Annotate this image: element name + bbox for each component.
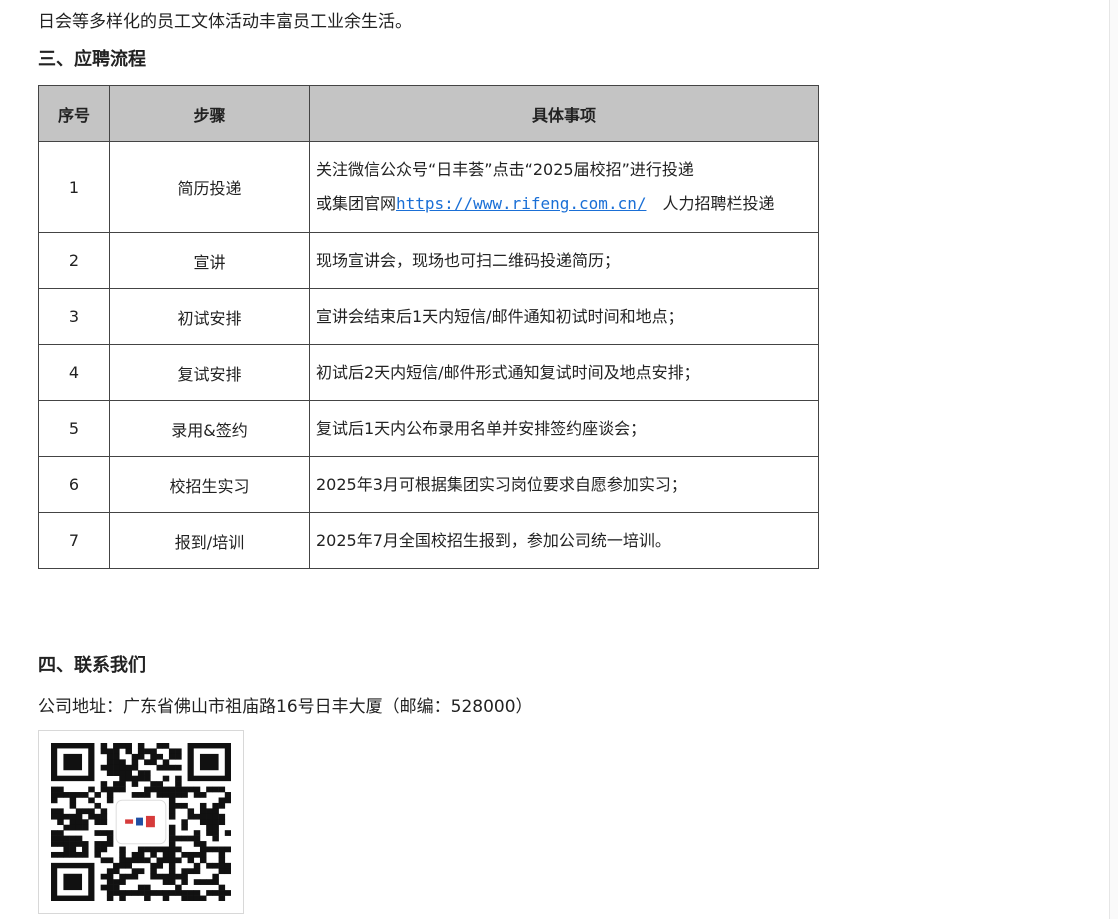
official-site-link[interactable]: https://www.rifeng.com.cn/ bbox=[396, 194, 646, 213]
row-detail: 复试后1天内公布录用名单并安排签约座谈会； bbox=[309, 400, 819, 457]
row-number: 7 bbox=[38, 512, 110, 569]
header-detail: 具体事项 bbox=[309, 85, 819, 142]
table-row: 6 校招生实习 2025年3月可根据集团实习岗位要求自愿参加实习； bbox=[38, 456, 819, 513]
row-detail-prefix: 或集团官网 bbox=[316, 194, 397, 213]
table-row: 5 录用&签约 复试后1天内公布录用名单并安排签约座谈会； bbox=[38, 400, 819, 457]
row-step: 录用&签约 bbox=[109, 400, 310, 457]
row-detail: 宣讲会结束后1天内短信/邮件通知初试时间和地点； bbox=[309, 288, 819, 345]
rifeng-logo-mark bbox=[125, 819, 134, 824]
table-row: 7 报到/培训 2025年7月全国校招生报到，参加公司统一培训。 bbox=[38, 512, 819, 569]
row-number: 2 bbox=[38, 232, 110, 289]
intro-text: 日会等多样化的员工文体活动丰富员工业余生活。 bbox=[38, 12, 412, 32]
row-step: 宣讲 bbox=[109, 232, 310, 289]
row-detail: 2025年3月可根据集团实习岗位要求自愿参加实习； bbox=[309, 456, 819, 513]
row-detail-line1: 关注微信公众号“日丰荟”点击“2025届校招”进行投递 bbox=[316, 160, 694, 179]
row-detail-suffix: 人力招聘栏投递 bbox=[662, 194, 775, 213]
row-step: 简历投递 bbox=[109, 141, 310, 233]
row-detail: 2025年7月全国校招生报到，参加公司统一培训。 bbox=[309, 512, 819, 569]
process-table: 序号 步骤 具体事项 1 简历投递 关注微信公众号“日丰荟”点击“2025届校招… bbox=[38, 85, 819, 569]
page-right-edge bbox=[1109, 0, 1118, 919]
qr-code-frame bbox=[38, 730, 244, 914]
section-heading-contact: 四、联系我们 bbox=[38, 655, 146, 676]
section-heading-process: 三、应聘流程 bbox=[38, 49, 146, 70]
row-number: 1 bbox=[38, 141, 110, 233]
row-detail-line2: 或集团官网https://www.rifeng.com.cn/人力招聘栏投递 bbox=[316, 187, 818, 221]
table-header-row: 序号 步骤 具体事项 bbox=[38, 85, 819, 142]
row-number: 3 bbox=[38, 288, 110, 345]
row-step: 校招生实习 bbox=[109, 456, 310, 513]
company-address: 公司地址：广东省佛山市祖庙路16号日丰大厦（邮编：528000） bbox=[38, 697, 533, 717]
row-detail: 现场宣讲会，现场也可扫二维码投递简历； bbox=[309, 232, 819, 289]
table-row: 4 复试安排 初试后2天内短信/邮件形式通知复试时间及地点安排； bbox=[38, 344, 819, 401]
row-step: 报到/培训 bbox=[109, 512, 310, 569]
table-row: 2 宣讲 现场宣讲会，现场也可扫二维码投递简历； bbox=[38, 232, 819, 289]
table-row: 3 初试安排 宣讲会结束后1天内短信/邮件通知初试时间和地点； bbox=[38, 288, 819, 345]
header-step: 步骤 bbox=[109, 85, 310, 142]
row-number: 4 bbox=[38, 344, 110, 401]
rifeng-logo-mark bbox=[145, 815, 155, 828]
row-number: 6 bbox=[38, 456, 110, 513]
row-step: 复试安排 bbox=[109, 344, 310, 401]
qr-code-icon bbox=[51, 743, 231, 901]
row-detail: 初试后2天内短信/邮件形式通知复试时间及地点安排； bbox=[309, 344, 819, 401]
table-row: 1 简历投递 关注微信公众号“日丰荟”点击“2025届校招”进行投递 或集团官网… bbox=[38, 141, 819, 233]
row-detail: 关注微信公众号“日丰荟”点击“2025届校招”进行投递 或集团官网https:/… bbox=[309, 141, 819, 233]
row-number: 5 bbox=[38, 400, 110, 457]
row-step: 初试安排 bbox=[109, 288, 310, 345]
header-no: 序号 bbox=[38, 85, 110, 142]
rifeng-logo-mark bbox=[136, 817, 143, 826]
